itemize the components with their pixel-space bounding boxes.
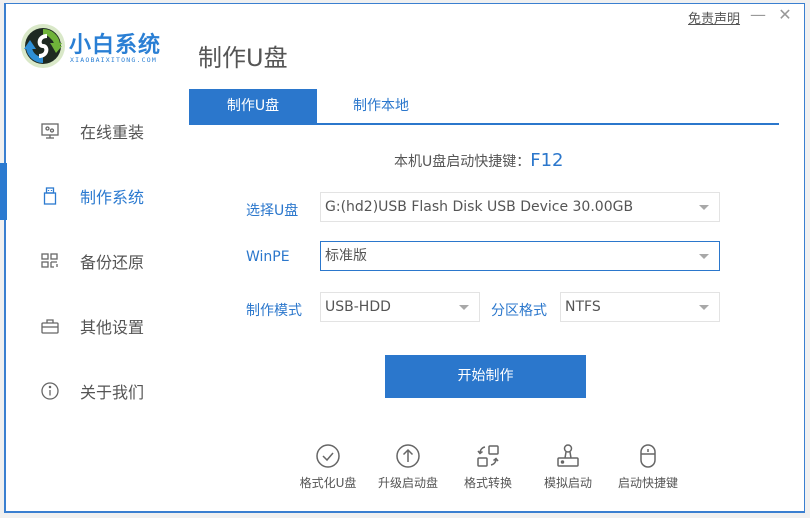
sidebar-item-label: 备份还原 <box>80 252 145 272</box>
tool-label: 格式转换 <box>463 476 512 490</box>
active-indicator <box>0 228 7 285</box>
usb-drive-icon <box>40 186 60 206</box>
minimize-button[interactable]: — <box>749 6 767 24</box>
sidebar-item-backup-restore[interactable]: 备份还原 <box>0 228 180 293</box>
tool-simulate-boot[interactable]: 模拟启动 <box>528 442 608 491</box>
sidebar-item-about-us[interactable]: 关于我们 <box>0 358 180 423</box>
tab-bar: 制作U盘 制作本地 <box>189 89 779 125</box>
convert-icon <box>474 442 502 470</box>
start-make-button[interactable]: 开始制作 <box>385 355 586 398</box>
mode-label: 制作模式 <box>246 303 302 319</box>
chevron-down-icon <box>699 205 709 210</box>
hotkey-value: F12 <box>530 150 564 171</box>
sidebar-item-online-reinstall[interactable]: 在线重装 <box>0 98 180 163</box>
tool-upgrade-boot-disk[interactable]: 升级启动盘 <box>368 442 448 491</box>
partition-label: 分区格式 <box>491 303 547 319</box>
logo: 小白系统 XIAOBAIXITONG.COM <box>20 23 180 73</box>
close-button[interactable]: ✕ <box>776 6 794 24</box>
winpe-label: WinPE <box>246 249 290 265</box>
mode-select-value: USB-HDD <box>325 299 391 315</box>
partition-select-value: NTFS <box>565 299 601 315</box>
stamp-icon <box>554 442 582 470</box>
partition-select[interactable]: NTFS <box>560 292 720 322</box>
tool-label: 模拟启动 <box>543 476 592 490</box>
usb-select-value: G:(hd2)USB Flash Disk USB Device 30.00GB <box>325 199 634 215</box>
logo-icon <box>21 24 65 68</box>
mode-select[interactable]: USB-HDD <box>320 292 480 322</box>
tool-label: 启动快捷键 <box>617 476 678 490</box>
active-indicator <box>0 163 7 220</box>
chevron-down-icon <box>699 305 709 310</box>
brand-name: 小白系统 <box>69 33 162 58</box>
check-circle-icon <box>314 442 342 470</box>
boot-hotkey-info: 本机U盘启动快捷键：F12 <box>394 150 564 171</box>
disclaimer-link[interactable]: 免责声明 <box>688 8 740 27</box>
winpe-select[interactable]: 标准版 <box>320 241 720 271</box>
sidebar-item-label: 关于我们 <box>80 382 145 402</box>
info-icon <box>40 381 60 401</box>
active-indicator <box>0 98 7 155</box>
sidebar: 在线重装 制作系统 备份还原 其他设置 关于我们 <box>0 98 180 423</box>
page-title: 制作U盘 <box>198 44 288 72</box>
active-indicator <box>0 293 7 350</box>
monitor-icon <box>40 121 60 141</box>
backup-grid-icon <box>40 251 60 271</box>
arrow-up-circle-icon <box>394 442 422 470</box>
sidebar-item-label: 制作系统 <box>80 187 145 207</box>
brand-url: XIAOBAIXITONG.COM <box>70 56 157 64</box>
tab-make-local[interactable]: 制作本地 <box>317 89 445 123</box>
chevron-down-icon <box>699 254 709 259</box>
tool-label: 升级启动盘 <box>377 476 438 490</box>
tool-boot-hotkey[interactable]: 启动快捷键 <box>608 442 688 491</box>
usb-select[interactable]: G:(hd2)USB Flash Disk USB Device 30.00GB <box>320 192 720 222</box>
tool-format-convert[interactable]: 格式转换 <box>448 442 528 491</box>
briefcase-icon <box>40 316 60 336</box>
sidebar-item-other-settings[interactable]: 其他设置 <box>0 293 180 358</box>
hotkey-label: 本机U盘启动快捷键： <box>394 154 531 170</box>
mouse-icon <box>634 442 662 470</box>
tool-label: 格式化U盘 <box>299 476 357 490</box>
chevron-down-icon <box>459 305 469 310</box>
sidebar-item-label: 在线重装 <box>80 122 145 142</box>
sidebar-item-label: 其他设置 <box>80 317 145 337</box>
winpe-select-value: 标准版 <box>325 248 367 264</box>
tool-format-usb[interactable]: 格式化U盘 <box>288 442 368 491</box>
active-indicator <box>0 358 7 415</box>
sidebar-item-make-system[interactable]: 制作系统 <box>0 163 180 228</box>
usb-select-label: 选择U盘 <box>246 203 299 219</box>
tab-make-usb[interactable]: 制作U盘 <box>189 89 317 123</box>
